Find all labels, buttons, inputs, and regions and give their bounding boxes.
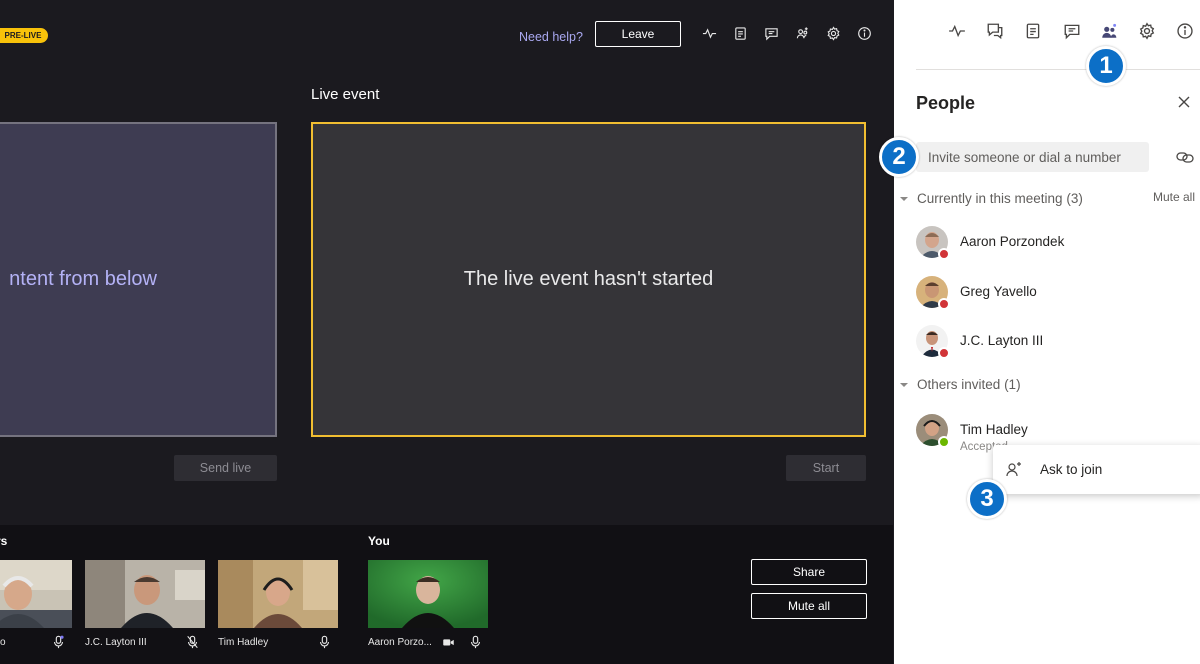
tile-name: Tim Hadley bbox=[218, 637, 269, 648]
people-panel: People Currently in this meeting (3) Mut… bbox=[894, 0, 1200, 664]
person-row[interactable]: Aaron Porzondek bbox=[916, 226, 1200, 266]
video-icon[interactable] bbox=[441, 634, 455, 650]
section-count: (3) bbox=[1066, 191, 1083, 206]
live-event-preview: The live event hasn't started bbox=[311, 122, 866, 437]
need-help-link[interactable]: Need help? bbox=[519, 30, 583, 44]
prelive-badge: PRE-LIVE bbox=[0, 28, 48, 43]
mic-off-icon[interactable] bbox=[185, 634, 199, 650]
presenter-video-tile[interactable] bbox=[0, 560, 72, 628]
chevron-down-icon bbox=[900, 196, 908, 201]
tile-name: J.C. Layton III bbox=[85, 637, 147, 648]
health-icon[interactable] bbox=[700, 24, 718, 42]
person-row[interactable]: Greg Yavello bbox=[916, 276, 1200, 316]
panel-title: People bbox=[916, 93, 976, 113]
presenters-label: rs bbox=[0, 534, 8, 548]
callout-2: 2 bbox=[879, 137, 919, 177]
share-button[interactable]: Share bbox=[751, 559, 867, 585]
mic-icon[interactable] bbox=[468, 634, 482, 650]
people-icon[interactable] bbox=[1099, 21, 1119, 41]
person-name: J.C. Layton III bbox=[960, 333, 1044, 348]
person-name: Aaron Porzondek bbox=[960, 234, 1065, 249]
presence-busy-icon bbox=[938, 347, 950, 359]
mic-icon[interactable] bbox=[51, 634, 65, 650]
presenter-video-tile[interactable] bbox=[218, 560, 338, 628]
queue-preview-text: ntent from below bbox=[9, 268, 157, 290]
you-label: You bbox=[368, 534, 390, 548]
top-bar: PRE-LIVE Need help? Leave bbox=[0, 0, 893, 70]
send-live-button[interactable]: Send live bbox=[174, 455, 277, 481]
live-event-label: Live event bbox=[311, 86, 380, 103]
add-person-icon bbox=[1006, 462, 1021, 477]
share-link-icon[interactable] bbox=[1175, 147, 1195, 167]
health-icon[interactable] bbox=[947, 21, 967, 41]
notes-icon[interactable] bbox=[1023, 21, 1043, 41]
producer-stage: PRE-LIVE Need help? Leave Live event nte… bbox=[0, 0, 893, 664]
chevron-down-icon bbox=[900, 382, 908, 387]
invite-input[interactable] bbox=[916, 142, 1149, 172]
start-button[interactable]: Start bbox=[786, 455, 866, 481]
presenter-tray: rs You o bbox=[0, 525, 893, 664]
ask-to-join-label: Ask to join bbox=[1040, 462, 1103, 477]
callout-1: 1 bbox=[1086, 46, 1126, 86]
settings-icon[interactable] bbox=[824, 24, 842, 42]
mute-all-button[interactable]: Mute all bbox=[751, 593, 867, 619]
presence-busy-icon bbox=[938, 298, 950, 310]
notes-icon[interactable] bbox=[731, 24, 749, 42]
qna-icon[interactable] bbox=[985, 21, 1005, 41]
ask-to-join-menu-item[interactable]: Ask to join bbox=[993, 445, 1200, 494]
panel-divider bbox=[916, 69, 1200, 70]
presence-busy-icon bbox=[938, 248, 950, 260]
info-icon[interactable] bbox=[855, 24, 873, 42]
section-count: (1) bbox=[1004, 377, 1021, 392]
person-name: Tim Hadley bbox=[960, 422, 1028, 437]
info-icon[interactable] bbox=[1175, 21, 1195, 41]
settings-icon[interactable] bbox=[1137, 21, 1157, 41]
leave-button[interactable]: Leave bbox=[595, 21, 681, 47]
person-name: Greg Yavello bbox=[960, 284, 1037, 299]
live-preview-text: The live event hasn't started bbox=[463, 268, 714, 290]
mute-all-link[interactable]: Mute all bbox=[1153, 190, 1195, 204]
section-label: Others invited bbox=[917, 377, 1001, 392]
tile-name: Aaron Porzo... bbox=[368, 637, 432, 648]
current-section-header[interactable]: Currently in this meeting (3) bbox=[900, 191, 1083, 206]
person-row[interactable]: J.C. Layton III bbox=[916, 325, 1200, 365]
others-section-header[interactable]: Others invited (1) bbox=[900, 377, 1021, 392]
presenter-video-tile[interactable] bbox=[85, 560, 205, 628]
chat-icon[interactable] bbox=[762, 24, 780, 42]
tile-name: o bbox=[0, 637, 6, 648]
chat-icon[interactable] bbox=[1062, 21, 1082, 41]
section-label: Currently in this meeting bbox=[917, 191, 1063, 206]
people-icon[interactable] bbox=[793, 24, 811, 42]
callout-3: 3 bbox=[967, 479, 1007, 519]
close-icon[interactable] bbox=[1176, 94, 1192, 110]
self-video-tile[interactable] bbox=[368, 560, 488, 628]
mic-icon[interactable] bbox=[317, 634, 331, 650]
queue-preview[interactable]: ntent from below bbox=[0, 122, 277, 437]
presence-available-icon bbox=[938, 436, 950, 448]
